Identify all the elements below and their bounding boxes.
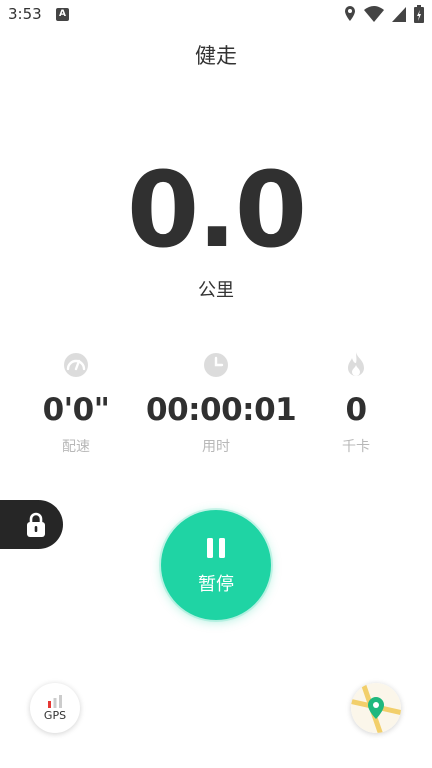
gps-button[interactable]: GPS <box>30 683 80 733</box>
map-button[interactable] <box>351 683 401 733</box>
stat-pace: 0'0" 配速 <box>6 350 146 456</box>
clock-icon <box>204 353 228 377</box>
pause-icon <box>207 538 225 558</box>
workout-screen: 3:53 A 健走 0.0 公里 0'0" 配速 00:00:01 用时 0 千… <box>0 0 432 768</box>
stat-label: 配速 <box>62 439 90 455</box>
battery-charging-icon <box>414 5 424 23</box>
gps-label: GPS <box>43 709 67 722</box>
pause-button[interactable]: 暂停 <box>161 510 271 620</box>
stat-value: 0 <box>345 392 367 428</box>
distance-value: 0.0 <box>126 149 307 271</box>
stat-label: 千卡 <box>342 439 370 455</box>
distance-unit: 公里 <box>198 280 234 301</box>
wifi-icon <box>363 6 384 22</box>
stat-calories: 0 千卡 <box>286 350 426 456</box>
pause-label: 暂停 <box>198 574 234 595</box>
stat-value: 0'0" <box>42 392 110 428</box>
flame-icon <box>348 352 364 376</box>
lock-button[interactable] <box>0 500 63 549</box>
stat-label: 用时 <box>202 439 230 455</box>
status-time: 3:53 <box>8 5 42 23</box>
status-icons <box>341 5 424 25</box>
stat-value: 00:00:01 <box>146 392 297 428</box>
location-icon <box>344 6 355 21</box>
lock-icon <box>27 512 45 537</box>
stat-duration: 00:00:01 用时 <box>146 350 297 456</box>
notification-icon: A <box>56 8 69 21</box>
status-bar: 3:53 A <box>0 0 432 30</box>
page-title: 健走 <box>195 44 237 68</box>
map-pin-icon <box>351 683 401 733</box>
pace-gauge-icon <box>64 353 88 377</box>
gps-signal-icon <box>48 695 62 708</box>
signal-icon <box>391 7 406 22</box>
